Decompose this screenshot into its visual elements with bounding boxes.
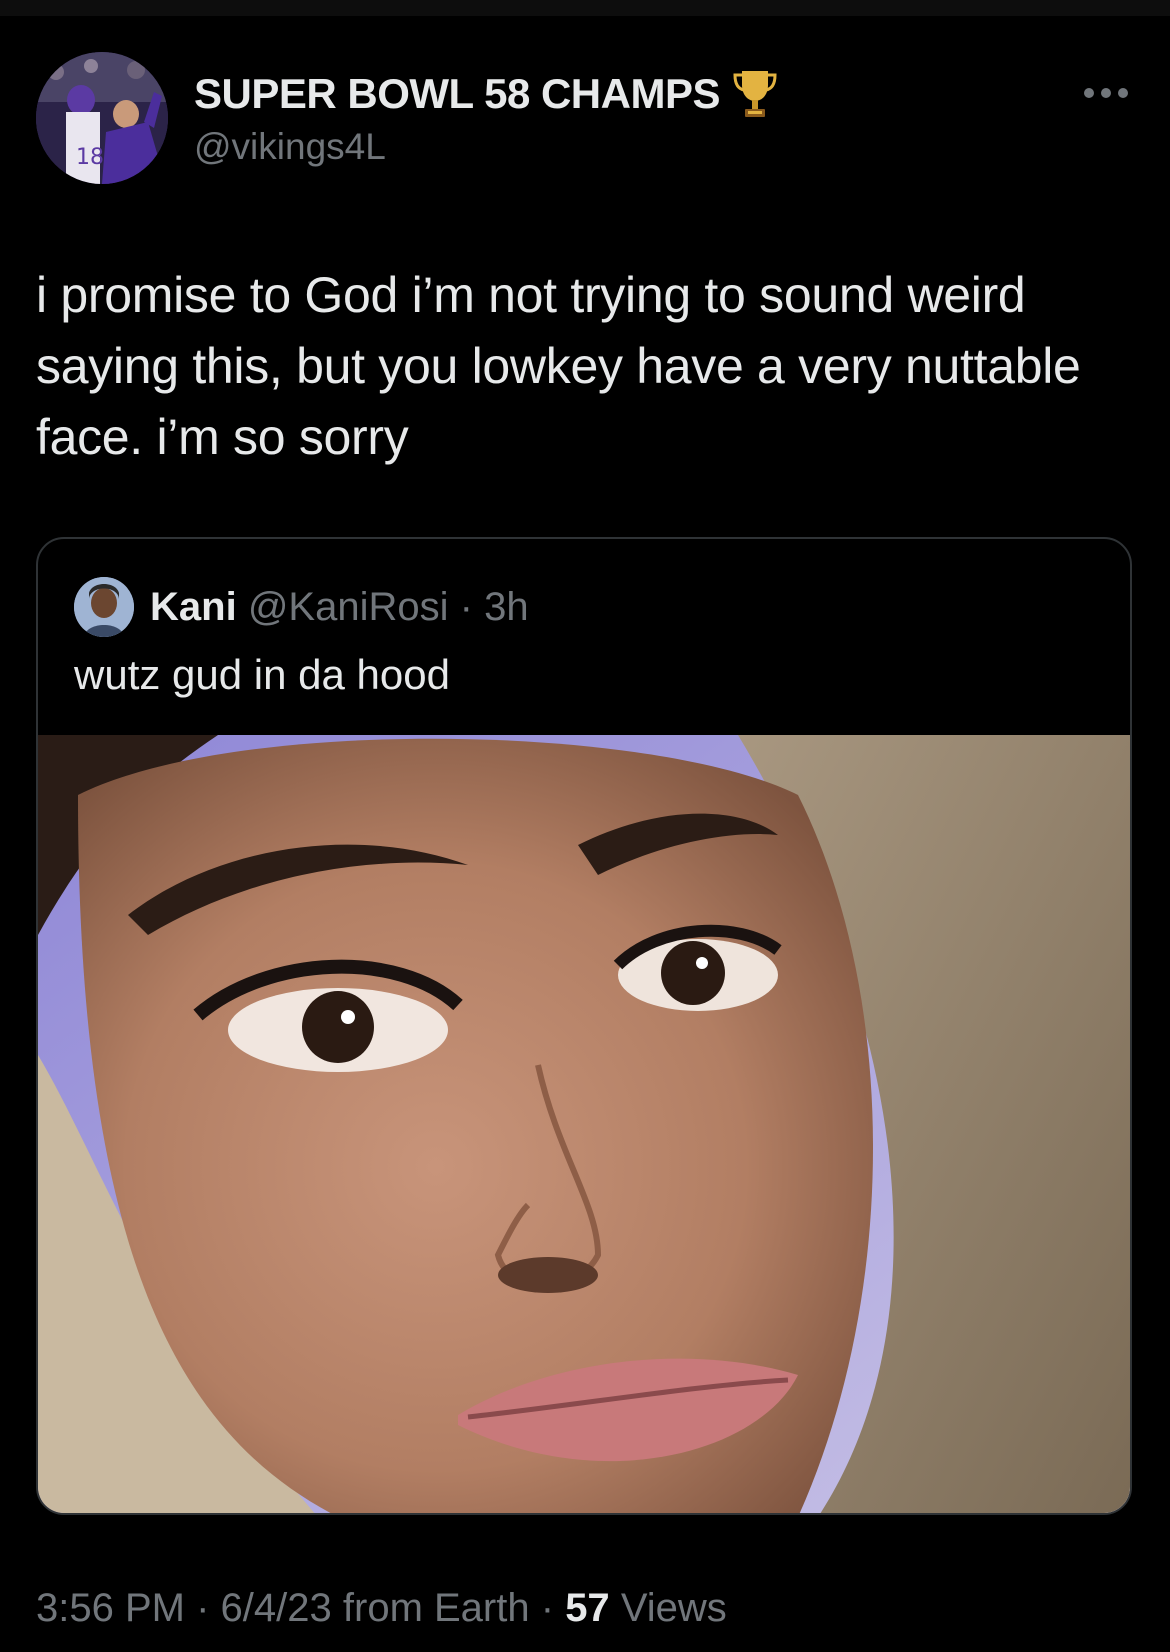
quoted-author-name[interactable]: Kani xyxy=(150,585,237,629)
views-label: Views xyxy=(620,1586,727,1630)
svg-text:18: 18 xyxy=(76,145,104,170)
status-strip xyxy=(0,0,1170,16)
author-avatar[interactable]: 18 xyxy=(36,52,168,184)
quoted-tweet-text: wutz gud in da hood xyxy=(74,651,450,698)
views-count[interactable]: 57 xyxy=(565,1586,610,1630)
author-display-name[interactable]: SUPER BOWL 58 CHAMPS xyxy=(194,70,720,118)
quoted-tweet-card[interactable]: Kani @KaniRosi · 3h wutz gud in da hood xyxy=(36,537,1132,1515)
footer-separator: · xyxy=(540,1586,555,1630)
tweet-date[interactable]: 6/4/23 xyxy=(221,1586,332,1630)
quoted-tweet-photo[interactable] xyxy=(38,735,1130,1513)
trophy-icon xyxy=(732,67,778,121)
tweet-meta-footer: 3:56 PM · 6/4/23 from Earth · 57 Views xyxy=(36,1586,727,1631)
footer-separator: · xyxy=(196,1586,210,1630)
quoted-author-handle[interactable]: @KaniRosi xyxy=(248,585,449,629)
tweet-time[interactable]: 3:56 PM xyxy=(36,1586,185,1630)
more-options-icon[interactable] xyxy=(1084,82,1128,104)
tweet-source: from Earth xyxy=(342,1586,530,1630)
quoted-avatar-image xyxy=(74,577,134,637)
author-handle[interactable]: @vikings4L xyxy=(194,126,386,168)
author-name-row[interactable]: SUPER BOWL 58 CHAMPS xyxy=(194,66,778,122)
quoted-timestamp[interactable]: 3h xyxy=(484,585,529,629)
quoted-tweet-header: Kani @KaniRosi · 3h xyxy=(150,581,529,633)
quoted-author-avatar[interactable] xyxy=(74,577,134,637)
selfie-photo-image xyxy=(38,735,1130,1513)
tweet-text: i promise to God i’m not trying to sound… xyxy=(36,267,1081,465)
author-avatar-image: 18 xyxy=(36,52,168,184)
quoted-separator: · xyxy=(459,585,473,629)
